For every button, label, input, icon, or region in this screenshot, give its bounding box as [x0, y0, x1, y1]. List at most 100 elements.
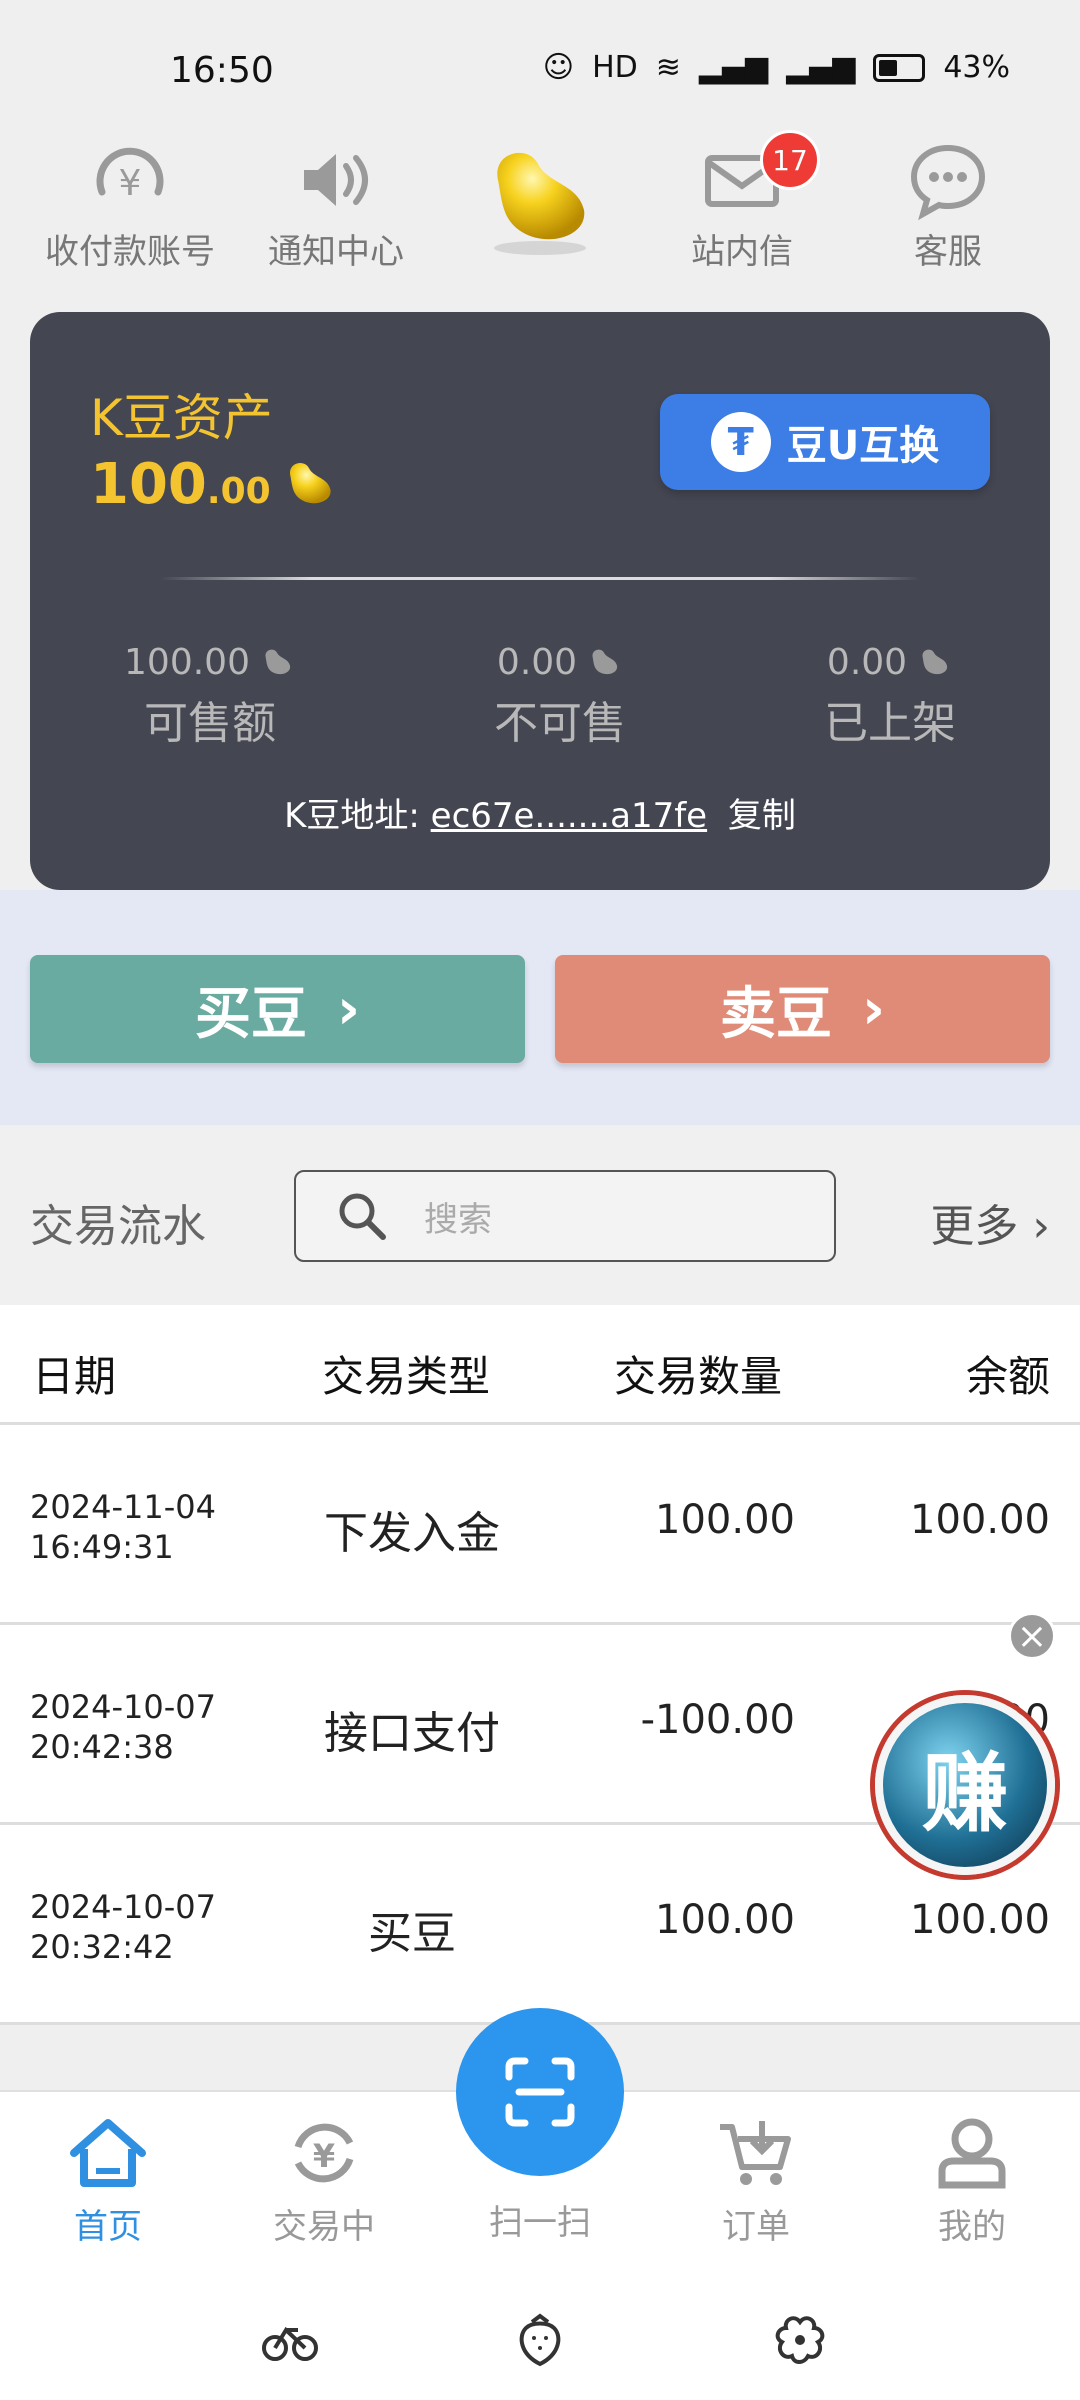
- row-qty: 100.00: [655, 1897, 795, 1943]
- buy-bean-button[interactable]: 买豆 ›: [30, 955, 525, 1063]
- svg-text:¥: ¥: [313, 2137, 335, 2175]
- grey-bean-icon: [265, 649, 291, 674]
- stat-listed: 0.00 已上架: [760, 642, 1020, 751]
- stat-value: 100.00: [124, 642, 250, 683]
- transactions-header: 交易流水 搜索 更多 ›: [0, 1125, 1080, 1305]
- transactions-table: 日期 交易类型 交易数量 余额 2024-11-04 16:49:31 下发入金…: [0, 1305, 1080, 2025]
- stat-sellable: 100.00 可售额: [80, 642, 340, 751]
- app-notification-icon: ☺: [542, 50, 575, 85]
- strawberry-icon[interactable]: [510, 2310, 570, 2370]
- row-time: 20:32:42: [30, 1928, 174, 1966]
- more-link[interactable]: 更多 ›: [930, 1190, 1050, 1254]
- tab-label: 订单: [722, 2207, 790, 2247]
- search-icon: [339, 1193, 386, 1240]
- bean-usdt-swap-button[interactable]: ₮ 豆U互换: [660, 394, 990, 490]
- signal-4g-icon: ▂▄▆: [698, 50, 769, 85]
- cart-icon: [720, 2121, 791, 2185]
- bicycle-icon[interactable]: [260, 2310, 320, 2370]
- nav-inbox[interactable]: 17 站内信: [642, 130, 842, 273]
- search-input[interactable]: 搜索: [294, 1170, 836, 1262]
- row-qty: 100.00: [655, 1497, 795, 1543]
- chevron-right-icon: ›: [336, 976, 361, 1042]
- home-icon: [70, 2119, 146, 2187]
- earn-label: 赚: [922, 1743, 1008, 1844]
- chat-bubble-icon: [910, 144, 986, 220]
- tab-label: 交易中: [273, 2207, 375, 2247]
- action-band: 买豆 › 卖豆 ›: [0, 890, 1080, 1125]
- row-date: 2024-11-04: [30, 1488, 216, 1526]
- nav-notification-center[interactable]: 通知中心: [236, 140, 436, 273]
- scan-icon: [505, 2057, 575, 2127]
- hd-icon: HD: [592, 50, 638, 85]
- row-time: 16:49:31: [30, 1528, 174, 1566]
- nav-customer-service[interactable]: 客服: [848, 140, 1048, 273]
- tab-trading[interactable]: ¥ 交易中: [234, 2117, 414, 2248]
- row-type: 下发入金: [324, 1508, 500, 1559]
- row-datetime: 2024-11-04 16:49:31: [30, 1487, 216, 1567]
- buy-label: 买豆: [194, 981, 307, 1047]
- table-header: 日期 交易类型 交易数量 余额: [0, 1305, 1080, 1425]
- row-datetime: 2024-10-07 20:32:42: [30, 1887, 216, 1967]
- asset-card: K豆资产 100 .00 ₮ 豆U互换 100.00 可售额 0.00 不可售 …: [30, 312, 1050, 890]
- wifi-icon: ≋: [655, 50, 681, 85]
- nav-label: 站内信: [691, 232, 793, 272]
- asset-amount: 100 .00: [90, 452, 339, 517]
- tab-label: 我的: [938, 2207, 1006, 2247]
- status-bar: 16:50 ☺ HD ≋ ▂▄▆ ▂▄▆ 43%: [0, 0, 1080, 120]
- sell-bean-button[interactable]: 卖豆 ›: [555, 955, 1050, 1063]
- chevron-right-icon: ›: [861, 976, 886, 1042]
- row-datetime: 2024-10-07 20:42:38: [30, 1687, 216, 1767]
- row-balance: 100.00: [910, 1897, 1050, 1943]
- flower-icon[interactable]: [770, 2310, 830, 2370]
- bean-address: K豆地址: ec67e.......a17fe 复制: [30, 788, 1050, 837]
- row-time: 20:42:38: [30, 1728, 174, 1766]
- close-floating-icon[interactable]: ×: [1008, 1612, 1056, 1660]
- status-time: 16:50: [170, 50, 274, 91]
- nav-label: 通知中心: [268, 232, 404, 272]
- row-balance: 100.00: [910, 1497, 1050, 1543]
- grey-bean-icon: [592, 649, 618, 674]
- more-label: 更多: [930, 1201, 1019, 1252]
- transactions-title: 交易流水: [30, 1201, 206, 1252]
- row-type: 买豆: [368, 1908, 456, 1959]
- column-header: 交易类型: [322, 1352, 491, 1401]
- stat-value: 0.00: [826, 642, 908, 683]
- svg-text:¥: ¥: [119, 163, 142, 204]
- row-date: 2024-10-07: [30, 1888, 216, 1926]
- nav-payment-accounts[interactable]: ¥ 收付款账号: [30, 140, 230, 273]
- row-type: 接口支付: [324, 1708, 500, 1759]
- table-row[interactable]: 2024-11-04 16:49:31 下发入金 100.00 100.00: [0, 1425, 1080, 1625]
- tab-orders[interactable]: 订单: [666, 2117, 846, 2248]
- tab-label: 首页: [74, 2207, 142, 2247]
- chevron-right-icon: ›: [1032, 1201, 1050, 1252]
- asset-amount-dec: .00: [206, 471, 271, 512]
- speaker-icon: [304, 154, 368, 206]
- nav-label: 收付款账号: [45, 232, 215, 272]
- earn-floating-button[interactable]: 赚: [875, 1695, 1055, 1875]
- grey-bean-icon: [922, 649, 948, 674]
- scan-button[interactable]: [456, 2008, 624, 2176]
- yuan-circle-icon: ¥: [96, 147, 164, 204]
- search-placeholder: 搜索: [424, 1199, 492, 1240]
- status-icons: ☺ HD ≋ ▂▄▆ ▂▄▆ 43%: [543, 50, 1010, 85]
- card-divider: [160, 577, 920, 580]
- stat-unsellable: 0.00 不可售: [430, 642, 690, 751]
- row-qty: -100.00: [640, 1697, 795, 1743]
- top-nav: ¥ 收付款账号 通知中心 17 站内信 客服: [0, 130, 1080, 280]
- nav-label: 客服: [914, 232, 982, 272]
- gold-bean-icon: [289, 462, 331, 503]
- row-date: 2024-10-07: [30, 1688, 216, 1726]
- stat-value: 0.00: [496, 642, 578, 683]
- signal-5g-icon: ▂▄▆: [786, 50, 856, 85]
- stat-label: 可售额: [144, 698, 276, 749]
- tab-profile[interactable]: 我的: [882, 2117, 1062, 2248]
- scan-label: 扫一扫: [489, 2203, 591, 2243]
- column-header: 日期: [32, 1352, 117, 1401]
- swap-label: 豆U互换: [786, 423, 940, 469]
- copy-address-button[interactable]: 复制: [728, 796, 796, 836]
- tab-home[interactable]: 首页: [18, 2117, 198, 2248]
- address-value: ec67e.......a17fe: [430, 796, 708, 836]
- system-nav-bar: [0, 2290, 1080, 2400]
- stat-label: 不可售: [494, 698, 626, 749]
- column-header: 交易数量: [614, 1352, 783, 1401]
